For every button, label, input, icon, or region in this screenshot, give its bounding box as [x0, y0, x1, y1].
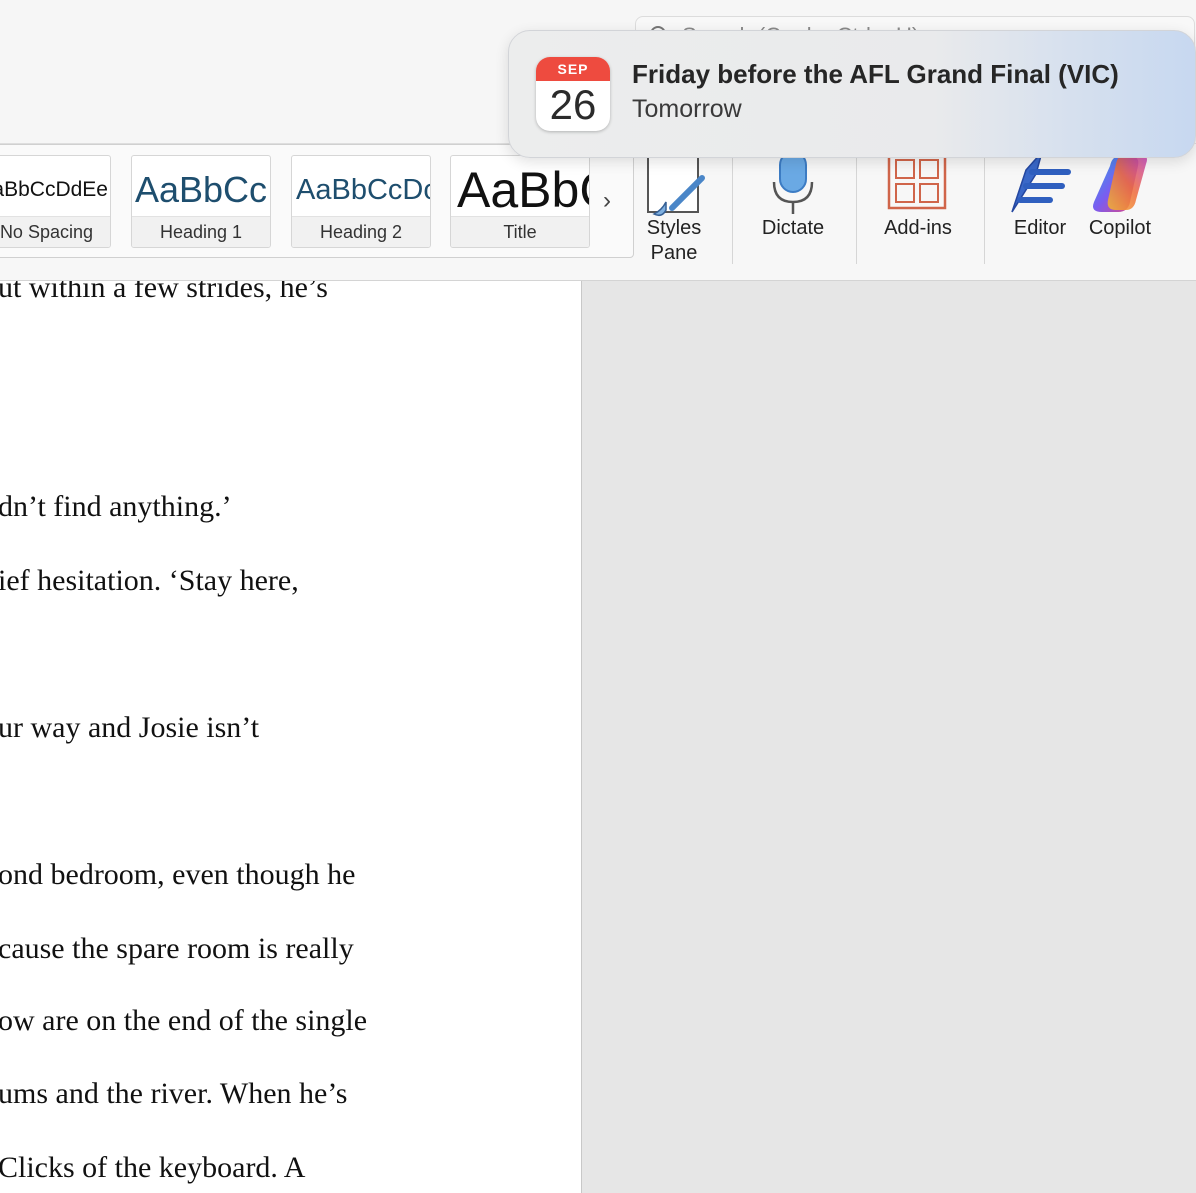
- paragraph-line: ond bedroom, even though he: [0, 858, 356, 891]
- ribbon-divider: [984, 150, 985, 264]
- ribbon-divider: [856, 150, 857, 264]
- editor-label: Editor: [1013, 217, 1067, 239]
- ribbon: AaBbCcDdEe No Spacing AaBbCc Heading 1 A…: [0, 143, 1196, 281]
- calendar-notification[interactable]: SEP 26 Friday before the AFL Grand Final…: [508, 30, 1196, 158]
- style-preview: AaBbC: [457, 162, 589, 218]
- ribbon-divider: [732, 150, 733, 264]
- style-heading-1[interactable]: AaBbCc Heading 1: [131, 155, 271, 248]
- style-label: Heading 1: [132, 216, 270, 247]
- gallery-more-chevron-icon[interactable]: ›: [603, 187, 611, 215]
- styles-pane-button[interactable]: Styles Pane: [636, 144, 712, 274]
- calendar-month: SEP: [536, 57, 610, 81]
- notification-subtitle: Tomorrow: [632, 95, 742, 123]
- style-label: Title: [451, 216, 589, 247]
- style-label: No Spacing: [0, 216, 110, 247]
- copilot-button[interactable]: Copilot: [1080, 144, 1160, 274]
- paragraph-line: ief hesitation. ‘Stay here,: [0, 564, 299, 597]
- styles-gallery: AaBbCcDdEe No Spacing AaBbCc Heading 1 A…: [0, 144, 634, 258]
- style-title[interactable]: AaBbC Title: [450, 155, 590, 248]
- notification-title: Friday before the AFL Grand Final (VIC): [632, 59, 1119, 89]
- copilot-icon: [1080, 152, 1160, 224]
- style-heading-2[interactable]: AaBbCcDc Heading 2: [291, 155, 431, 248]
- style-label: Heading 2: [292, 216, 430, 247]
- style-preview: AaBbCcDdEe: [0, 178, 108, 201]
- calendar-icon: SEP 26: [536, 57, 610, 131]
- paragraph-line: ums and the river. When he’s: [0, 1077, 348, 1110]
- add-ins-button[interactable]: Add-ins: [870, 144, 966, 274]
- dictate-button[interactable]: Dictate: [748, 144, 838, 274]
- paragraph-line: dn’t find anything.’: [0, 490, 232, 523]
- document-area: ut within a few strides, he’s dn’t find …: [0, 281, 1196, 1193]
- paragraph-line: ut within a few strides, he’s: [0, 281, 328, 304]
- style-no-spacing[interactable]: AaBbCcDdEe No Spacing: [0, 155, 111, 248]
- paintbrush-icon: [636, 151, 712, 224]
- document-page[interactable]: ut within a few strides, he’s dn’t find …: [0, 281, 582, 1193]
- paragraph-line: ur way and Josie isn’t: [0, 711, 260, 744]
- add-ins-label: Add-ins: [884, 217, 952, 239]
- styles-pane-label-2: Pane: [650, 242, 698, 264]
- calendar-day: 26: [549, 81, 597, 128]
- editor-button[interactable]: Editor: [1002, 144, 1078, 274]
- copilot-label: Copilot: [1088, 217, 1152, 239]
- grid-icon: [870, 150, 966, 224]
- styles-pane-label-1: Styles: [646, 217, 702, 239]
- style-preview: AaBbCc: [134, 169, 268, 210]
- paragraph-line: Clicks of the keyboard. A: [0, 1151, 306, 1184]
- microphone-icon: [748, 151, 838, 224]
- pen-icon: [1002, 151, 1078, 224]
- paragraph-line: cause the spare room is really: [0, 932, 354, 965]
- paragraph-line: ow are on the end of the single: [0, 1004, 368, 1037]
- dictate-label: Dictate: [761, 217, 825, 239]
- style-preview: AaBbCcDc: [296, 174, 430, 206]
